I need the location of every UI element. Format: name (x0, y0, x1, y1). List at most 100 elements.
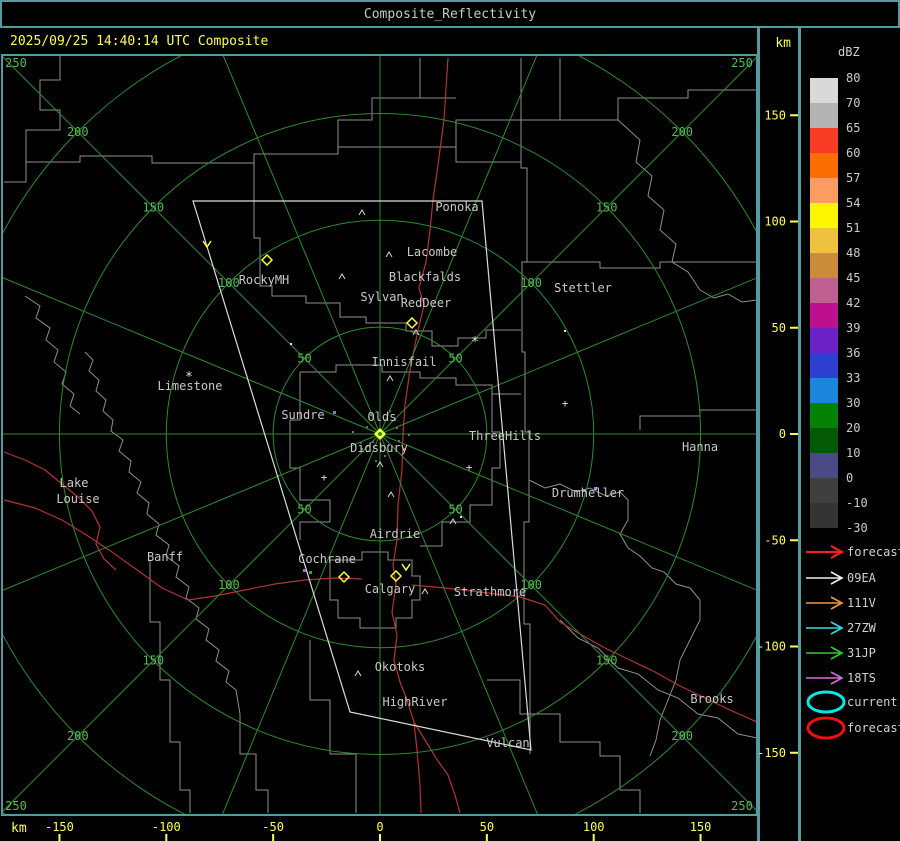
city-label: Sylvan (360, 290, 403, 304)
city-label: Blackfalds (389, 270, 461, 284)
city-label: Airdrie (370, 527, 421, 541)
right-axis-tick-label: 50 (772, 321, 786, 335)
town-caret-icon (385, 251, 393, 258)
radial-line (379, 277, 756, 435)
plus-marker-icon: + (321, 471, 328, 484)
boundary-line (528, 479, 701, 757)
range-ring-label: 150 (142, 654, 164, 668)
range-rings-and-radials: 50 100 150 200 250 50 100 150 200 250 50 100 150 200 2… (3, 56, 756, 814)
town-caret-icon (338, 273, 346, 280)
boundary-line (699, 289, 756, 303)
boundary-line (24, 295, 81, 415)
echo-pixel (303, 569, 306, 572)
right-axis-tick-label: 100 (764, 215, 786, 229)
city-label: Vulcan (486, 736, 529, 750)
right-axis-tick-label: -100 (757, 640, 786, 654)
clutter-pixel (375, 460, 377, 462)
chevron-marker-icon (401, 563, 411, 572)
bottom-axis-tick-label: 50 (480, 820, 494, 834)
bottom-axis-unit-label: km (11, 821, 27, 836)
plus-marker-icon: + (466, 461, 473, 474)
bottom-axis-tick-label: 150 (690, 820, 712, 834)
city-label: Drumheller (552, 486, 624, 500)
clutter-pixel (366, 426, 368, 428)
range-ring-label: 200 (671, 125, 693, 139)
range-ring-label: 150 (142, 200, 164, 214)
city-label: Cochrane (298, 552, 356, 566)
city-label: Strathmore (454, 585, 526, 599)
boundary-line (420, 394, 501, 547)
range-ring-label: 200 (67, 125, 89, 139)
city-label: ThreeHills (469, 429, 541, 443)
radial-line (379, 57, 756, 435)
range-ring-label: 50 (448, 503, 462, 517)
chevron-marker-icon (202, 240, 212, 249)
city-label: Louise (56, 492, 99, 506)
radar-app-window: Composite_Reflectivity 2025/09/25 14:40:… (0, 0, 900, 841)
city-label: Calgary (365, 582, 416, 596)
plus-marker-icon: + (562, 397, 569, 410)
dot-marker-icon (460, 516, 462, 518)
radar-site-diamond-icon (337, 570, 351, 584)
city-label: Lake (60, 476, 89, 490)
radar-site-diamond-icon (260, 253, 274, 267)
range-ring-label: 100 (218, 578, 240, 592)
right-axis-unit-label: km (775, 36, 791, 51)
city-label: Brooks (690, 692, 733, 706)
right-axis-tick-label: 150 (764, 108, 786, 122)
city-label: Banff (147, 550, 183, 564)
city-label: RockyMH (239, 273, 290, 287)
boundary-line (527, 261, 756, 269)
range-ring-label: 100 (218, 276, 240, 290)
range-ring-label: 250 (731, 799, 753, 813)
town-caret-icon (387, 491, 395, 498)
clutter-pixel (352, 431, 354, 433)
boundary-line (617, 119, 701, 291)
city-label: Hanna (682, 440, 718, 454)
dot-marker-icon (290, 343, 292, 345)
bottom-axis-tick-label: -100 (152, 820, 181, 834)
clutter-pixel (396, 427, 398, 429)
boundary-line (337, 58, 421, 147)
city-label: Okotoks (375, 660, 426, 674)
boundary-line (560, 89, 756, 121)
range-ring-label: 50 (297, 503, 311, 517)
range-ring-label: 200 (67, 729, 89, 743)
boundary-line (455, 58, 561, 147)
boundary-line (559, 619, 756, 739)
radar-map-canvas[interactable]: 50 100 150 200 250 50 100 150 200 250 50 100 150 200 2… (0, 0, 900, 841)
bottom-axis-tick-label: 0 (376, 820, 383, 834)
city-label: Ponoka (435, 200, 478, 214)
radial-line (379, 433, 756, 591)
bottom-axis-tick-label: -50 (262, 820, 284, 834)
range-ring-label: 150 (596, 200, 618, 214)
clutter-pixel (384, 455, 386, 457)
range-ring-label: 150 (596, 654, 618, 668)
range-ring-label: 200 (671, 729, 693, 743)
city-label: Lacombe (407, 245, 458, 259)
right-axis-tick-label: -150 (757, 746, 786, 760)
clutter-pixel (408, 434, 410, 436)
echo-pixel (333, 411, 336, 414)
city-label: Stettler (554, 281, 612, 295)
town-caret-icon (386, 375, 394, 382)
city-label: Limestone (157, 379, 222, 393)
boundary-line (4, 146, 521, 183)
radial-line (3, 433, 381, 591)
bottom-axis-tick-label: 100 (583, 820, 605, 834)
right-axis-tick-label: 0 (779, 427, 786, 441)
asterisk-marker-icon: * (471, 335, 479, 350)
town-caret-icon (421, 588, 429, 595)
radial-line (3, 277, 381, 435)
range-ring (3, 56, 756, 814)
radar-site-diamond-icon (405, 316, 419, 330)
radar-site-diamond-icon (389, 569, 403, 583)
highway-line (3, 451, 117, 571)
range-ring-label: 100 (520, 276, 542, 290)
city-label: HighRiver (382, 695, 447, 709)
echo-pixel (309, 571, 312, 574)
boundary-line (235, 689, 269, 813)
town-caret-icon (358, 209, 366, 216)
range-ring-label: 250 (5, 799, 27, 813)
city-label: Innisfail (371, 355, 436, 369)
